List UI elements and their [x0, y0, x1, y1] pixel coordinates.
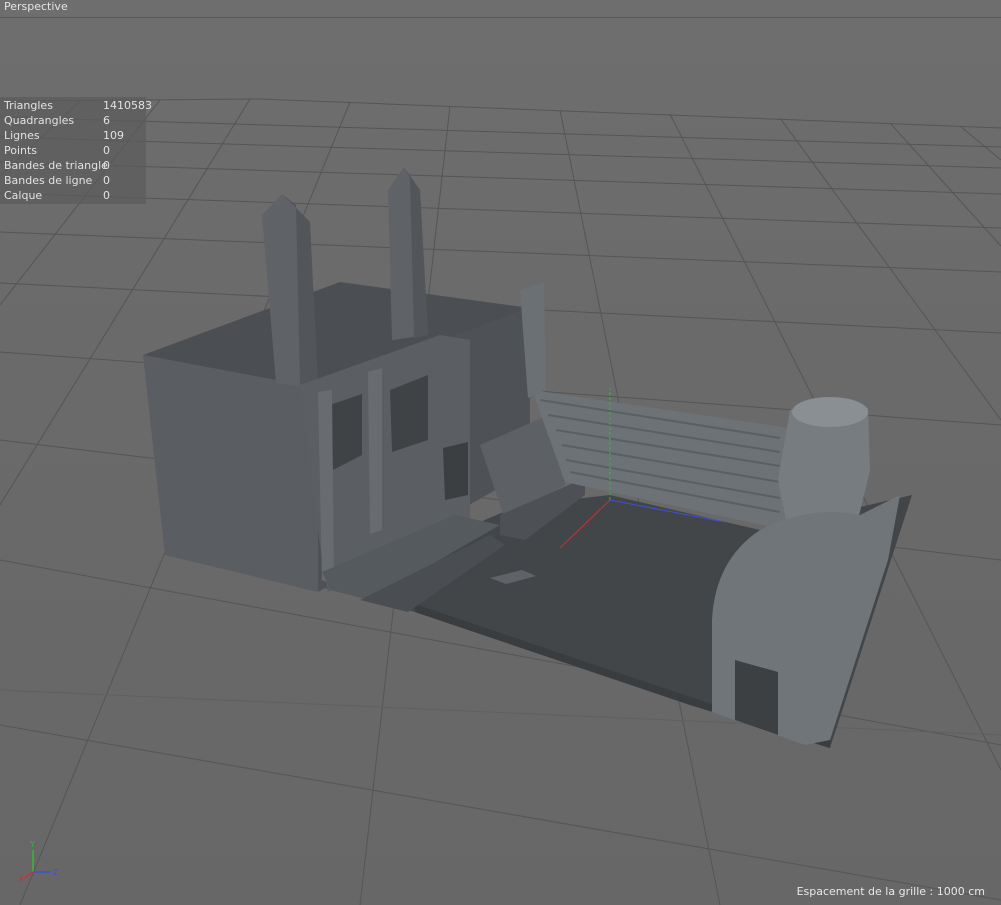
grid-spacing-label: Espacement de la grille : 1000 cm: [796, 885, 985, 898]
stat-value: 0: [103, 174, 110, 187]
stat-value: 0: [103, 159, 110, 172]
stat-row-layer: Calque 0: [0, 188, 146, 203]
stat-label: Bandes de triangle: [4, 159, 108, 172]
3d-viewport[interactable]: Perspective Triangles 1410583 Quadrangle…: [0, 0, 1001, 905]
stat-row-lines: Lignes 109: [0, 128, 146, 143]
stat-row-line-strips: Bandes de ligne 0: [0, 173, 146, 188]
stat-label: Points: [4, 144, 38, 157]
x-axis-line: [23, 871, 34, 879]
stat-row-quadrangles: Quadrangles 6: [0, 113, 146, 128]
stat-value: 109: [103, 129, 124, 142]
pillar-2: [368, 368, 382, 534]
axis-gizmo: Y Z X: [18, 840, 59, 883]
stat-value: 1410583: [103, 99, 152, 112]
stat-label: Bandes de ligne: [4, 174, 93, 187]
stat-value: 0: [103, 144, 110, 157]
stat-row-points: Points 0: [0, 143, 146, 158]
stump-top: [792, 397, 868, 427]
left-block-front: [143, 355, 318, 592]
stat-row-triangle-strips: Bandes de triangle 0: [0, 158, 146, 173]
stat-value: 6: [103, 114, 110, 127]
view-name-label[interactable]: Perspective: [4, 0, 68, 13]
z-axis-label: Z: [53, 868, 59, 877]
stat-value: 0: [103, 189, 110, 202]
perspective-scene[interactable]: [0, 0, 1001, 905]
stat-row-triangles: Triangles 1410583: [0, 98, 152, 113]
x-axis-label: X: [18, 875, 24, 883]
stat-label: Quadrangles: [4, 114, 75, 127]
stat-label: Lignes: [4, 129, 40, 142]
3d-model[interactable]: [143, 167, 912, 748]
facade-door: [443, 442, 468, 500]
scene-statistics-panel: Triangles 1410583 Quadrangles 6 Lignes 1…: [0, 97, 152, 204]
stat-label: Triangles: [4, 99, 53, 112]
stat-label: Calque: [4, 189, 43, 202]
viewport-header-divider: [0, 17, 1001, 18]
y-axis-label: Y: [29, 840, 35, 849]
